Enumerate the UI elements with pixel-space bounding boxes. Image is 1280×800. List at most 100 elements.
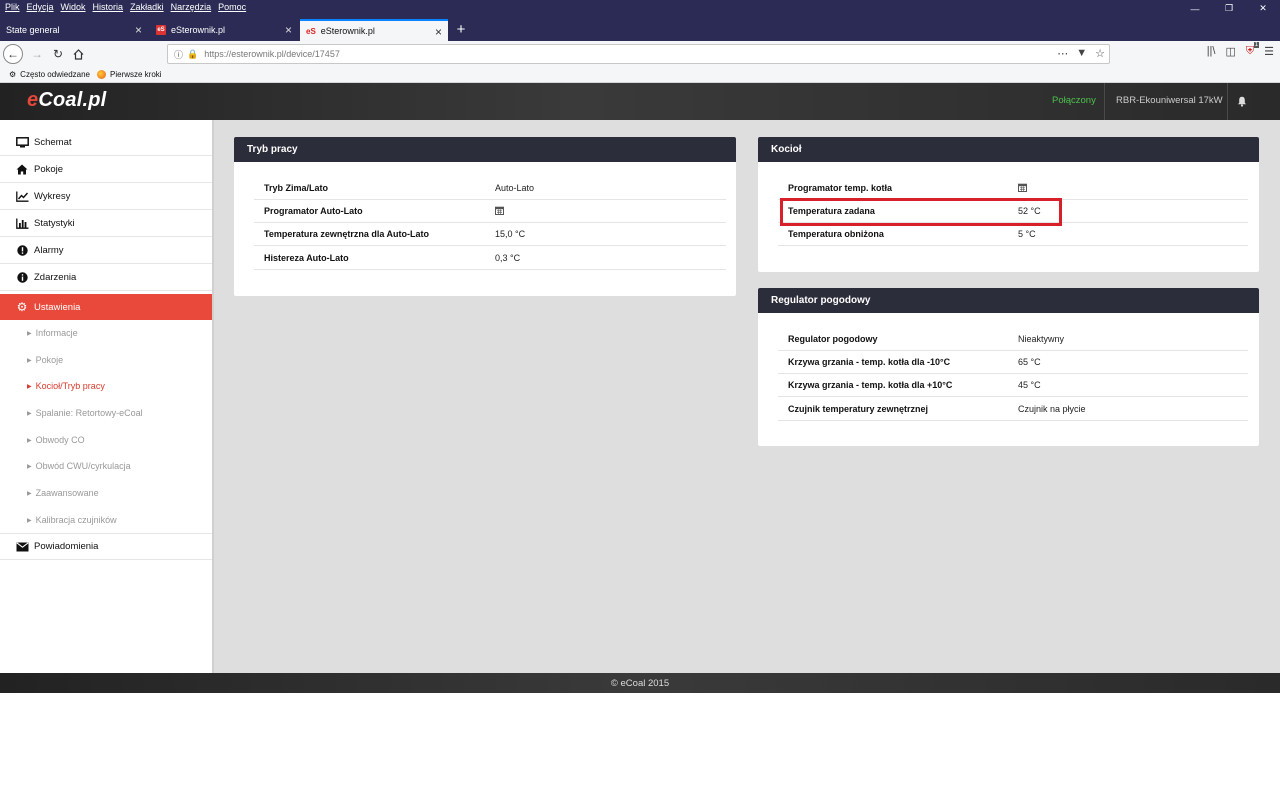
menu-item-plik[interactable]: Plik	[5, 2, 20, 12]
submenu-item-spalanie[interactable]: ▶ Spalanie: Retortowy-eCoal	[27, 408, 143, 418]
setting-value: 15,0 °C	[495, 229, 526, 239]
window-controls: — ❐ ✕	[1178, 0, 1280, 17]
setting-label: Krzywa grzania - temp. kotła dla -10°C	[788, 357, 951, 367]
setting-row[interactable]: Histereza Auto-Lato 0,3 °C	[254, 247, 726, 270]
esterownik-favicon-icon: eS	[306, 26, 316, 36]
tab-label: eSterownik.pl	[171, 25, 226, 35]
close-window-icon[interactable]: ✕	[1246, 0, 1280, 17]
setting-row[interactable]: Temperatura obniżona 5 °C	[778, 223, 1248, 246]
submenu-item-obwod-cwu[interactable]: ▶ Obwód CWU/cyrkulacja	[27, 461, 131, 471]
toolbar-right: ||\ ◫ ⛨ 1 ☰	[1207, 42, 1274, 58]
setting-row[interactable]: Tryb Zima/Lato Auto-Lato	[254, 177, 726, 200]
lock-icon: 🔒	[187, 48, 199, 59]
sidebar-item-schemat[interactable]: Schemat	[0, 129, 212, 156]
submenu-label: Kocioł/Tryb pracy	[35, 381, 105, 391]
library-icon[interactable]: ||\	[1207, 45, 1216, 58]
menu-item-historia[interactable]: Historia	[93, 2, 124, 12]
url-path: /device/17457	[283, 49, 340, 59]
sidebar-item-pokoje[interactable]: Pokoje	[0, 156, 212, 183]
submenu-item-kalibracja[interactable]: ▶ Kalibracja czujników	[27, 515, 117, 525]
line-chart-icon	[15, 191, 29, 202]
setting-value: Auto-Lato	[495, 183, 535, 193]
url-bar[interactable]: ⓘ 🔒 https://esterownik.pl/device/17457 ⋯…	[167, 44, 1110, 64]
firefox-icon	[97, 70, 106, 79]
url-host: https://esterownik.pl	[204, 49, 284, 59]
menu-item-edycja[interactable]: Edycja	[27, 2, 54, 12]
submenu-item-pokoje[interactable]: ▶ Pokoje	[27, 355, 63, 365]
connection-status: Połączony	[1052, 95, 1096, 106]
bookmark-star-icon[interactable]: ☆	[1095, 47, 1105, 60]
bar-chart-icon	[15, 218, 29, 229]
sidebar-item-zdarzenia[interactable]: Zdarzenia	[0, 264, 212, 291]
setting-label: Programator Auto-Lato	[264, 206, 363, 216]
monitor-icon	[15, 136, 29, 148]
sidebar-toggle-icon[interactable]: ◫	[1225, 45, 1235, 58]
close-icon[interactable]: ×	[285, 23, 292, 37]
header-divider	[1227, 83, 1228, 120]
sidebar-item-label: Statystyki	[34, 217, 75, 229]
submenu-label: Pokoje	[35, 355, 64, 365]
close-icon[interactable]: ×	[435, 25, 442, 39]
envelope-icon	[15, 541, 29, 552]
setting-row[interactable]: Krzywa grzania - temp. kotła dla +10°C 4…	[778, 374, 1248, 397]
sidebar-item-ustawienia[interactable]: ⚙ Ustawienia	[0, 294, 212, 320]
home-icon	[15, 164, 29, 175]
addon-badge: 1	[1253, 42, 1260, 48]
menu-item-pomoc[interactable]: Pomoc	[218, 2, 246, 12]
setting-row[interactable]: Czujnik temperatury zewnętrznej Czujnik …	[778, 398, 1248, 421]
minimize-icon[interactable]: —	[1178, 0, 1212, 17]
bookmark-czesto-odwiedzane[interactable]: ⚙ Często odwiedzane	[9, 70, 90, 79]
pocket-icon[interactable]: ▼	[1076, 47, 1087, 60]
calendar-icon[interactable]	[495, 206, 504, 217]
sidebar-item-statystyki[interactable]: Statystyki	[0, 210, 212, 237]
sidebar-item-label: Schemat	[34, 136, 72, 148]
header-divider	[1104, 83, 1105, 120]
setting-row[interactable]: Programator Auto-Lato	[254, 200, 726, 223]
panel-tryb-pracy: Tryb pracy Tryb Zima/Lato Auto-Lato Prog…	[234, 137, 736, 296]
bookmark-label: Często odwiedzane	[20, 70, 90, 79]
submenu-item-obwody-co[interactable]: ▶ Obwody CO	[27, 435, 85, 445]
submenu-item-kociol-tryb-pracy[interactable]: ▶ Kocioł/Tryb pracy	[27, 381, 105, 391]
addon-shield-icon[interactable]: ⛨ 1	[1246, 42, 1260, 58]
hamburger-menu-icon[interactable]: ☰	[1264, 45, 1274, 58]
gear-icon: ⚙	[16, 300, 28, 314]
highlight-box	[780, 198, 1062, 226]
menu-item-narzedzia[interactable]: Narzędzia	[171, 2, 212, 12]
sidebar-item-powiadomienia[interactable]: Powiadomienia	[0, 533, 212, 560]
reload-icon[interactable]: ↻	[49, 45, 67, 63]
bookmark-pierwsze-kroki[interactable]: Pierwsze kroki	[97, 70, 162, 79]
back-arrow-icon[interactable]: ←	[3, 44, 23, 64]
setting-row[interactable]: Temperatura zewnętrzna dla Auto-Lato 15,…	[254, 223, 726, 246]
submenu-item-informacje[interactable]: ▶ Informacje	[27, 328, 78, 338]
calendar-icon[interactable]	[1018, 183, 1027, 194]
setting-label: Histereza Auto-Lato	[264, 253, 349, 263]
restore-icon[interactable]: ❐	[1212, 0, 1246, 17]
panel-regulator-pogodowy: Regulator pogodowy Regulator pogodowy Ni…	[758, 288, 1259, 446]
sidebar-item-alarmy[interactable]: Alarmy	[0, 237, 212, 264]
close-icon[interactable]: ×	[135, 23, 142, 37]
sidebar-item-wykresy[interactable]: Wykresy	[0, 183, 212, 210]
page-actions-icon[interactable]: ⋯	[1057, 47, 1068, 60]
new-tab-icon[interactable]: +	[453, 19, 469, 39]
setting-row[interactable]: Regulator pogodowy Nieaktywny	[778, 328, 1248, 351]
device-selector[interactable]: RBR-Ekouniwersal 17kW	[1116, 95, 1223, 106]
submenu-label: Kalibracja czujników	[35, 515, 117, 525]
logo-text: Coal.pl	[38, 89, 107, 111]
submenu-item-zaawansowane[interactable]: ▶ Zaawansowane	[27, 488, 99, 498]
setting-row[interactable]: Krzywa grzania - temp. kotła dla -10°C 6…	[778, 351, 1248, 374]
footer: © eCoal 2015	[0, 673, 1280, 693]
menu-item-widok[interactable]: Widok	[61, 2, 86, 12]
tab-esterownik-2[interactable]: eS eSterownik.pl ×	[300, 19, 448, 41]
menu-item-zakladki[interactable]: Zakładki	[130, 2, 164, 12]
home-icon[interactable]	[69, 45, 87, 63]
tab-esterownik-1[interactable]: eS eSterownik.pl ×	[150, 19, 298, 41]
setting-row[interactable]: Programator temp. kotła	[778, 177, 1248, 200]
setting-label: Programator temp. kotła	[788, 183, 893, 193]
bell-icon[interactable]	[1234, 93, 1250, 109]
forward-arrow-icon[interactable]: →	[28, 45, 46, 63]
setting-label: Tryb Zima/Lato	[264, 183, 329, 193]
tab-state-general[interactable]: State general ×	[0, 19, 148, 41]
info-icon[interactable]: ⓘ	[174, 48, 183, 61]
ecoal-logo[interactable]: eCoal.pl	[27, 89, 106, 112]
setting-label: Czujnik temperatury zewnętrznej	[788, 404, 929, 414]
